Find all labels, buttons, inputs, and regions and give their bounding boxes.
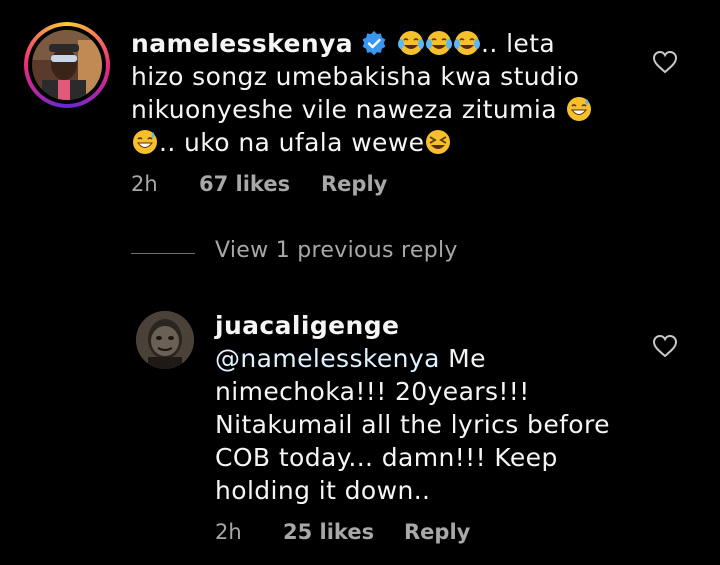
- verified-badge-icon: [361, 30, 387, 56]
- reply-username[interactable]: juacaligenge: [215, 309, 615, 342]
- tears-of-joy-emoji-icon: [397, 29, 425, 57]
- mention-link[interactable]: @namelesskenya: [215, 344, 440, 373]
- reply-button[interactable]: Reply: [404, 520, 470, 544]
- avatar[interactable]: [32, 30, 102, 100]
- view-replies-label[interactable]: View 1 previous reply: [215, 238, 458, 263]
- comment-body: namelesskenya.. leta hizo songz umebakis…: [131, 27, 611, 159]
- avatar-story-ring[interactable]: [24, 22, 110, 108]
- grinning-sweat-emoji-icon: [565, 95, 593, 123]
- squinting-laugh-emoji-icon: [424, 128, 452, 156]
- like-heart-icon[interactable]: [652, 334, 678, 358]
- comment-likes[interactable]: 67 likes: [199, 172, 290, 196]
- view-replies-toggle[interactable]: View 1 previous reply: [131, 238, 531, 272]
- like-heart-icon[interactable]: [652, 50, 678, 74]
- comment-username[interactable]: namelesskenya: [131, 29, 353, 58]
- reply-item: juacaligenge @namelesskenya Me nimechoka!…: [0, 300, 720, 565]
- reply-likes[interactable]: 25 likes: [283, 520, 374, 544]
- replies-divider-line: [131, 253, 195, 254]
- grinning-sweat-emoji-icon: [131, 128, 159, 156]
- tears-of-joy-emoji-icon: [453, 29, 481, 57]
- tears-of-joy-emoji-icon: [425, 29, 453, 57]
- comment-meta: 2h 67 likes Reply: [131, 172, 531, 202]
- reply-time: 2h: [215, 520, 242, 544]
- avatar[interactable]: [136, 311, 194, 369]
- reply-body: juacaligenge @namelesskenya Me nimechoka!…: [215, 309, 615, 507]
- comment-text-part2: .. uko na ufala wewe: [159, 128, 425, 157]
- comment-time: 2h: [131, 172, 158, 196]
- reply-meta: 2h 25 likes Reply: [215, 520, 515, 550]
- comment-item: namelesskenya.. leta hizo songz umebakis…: [0, 0, 720, 210]
- reply-button[interactable]: Reply: [321, 172, 387, 196]
